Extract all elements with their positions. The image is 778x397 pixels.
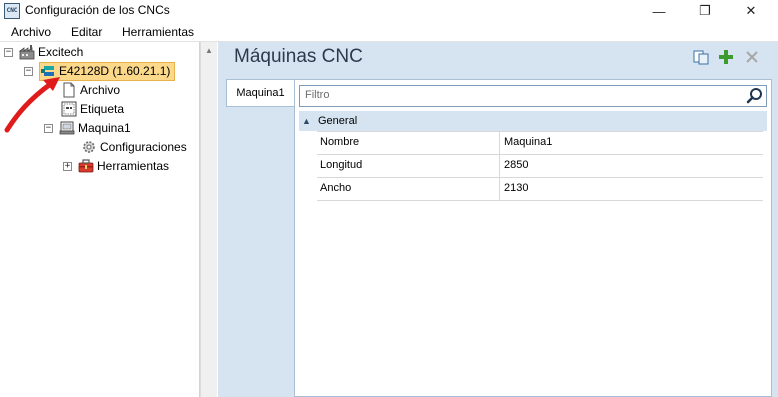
tree-item-label: Configuraciones: [100, 140, 187, 154]
menu-archivo[interactable]: Archivo: [11, 25, 51, 39]
filter-input[interactable]: Filtro: [299, 85, 767, 107]
expand-toggle[interactable]: +: [63, 161, 72, 171]
table-row[interactable]: Ancho 2130: [317, 178, 763, 201]
search-icon[interactable]: [746, 87, 764, 105]
window-title: Configuración de los CNCs: [25, 3, 170, 17]
tree-view[interactable]: − Excitech − E42128D (1.60.21.1) Archivo…: [0, 42, 200, 397]
menu-bar: Archivo Editar Herramientas: [0, 22, 778, 42]
property-grid: Nombre Maquina1 Longitud 2850 Ancho 2130: [317, 131, 763, 201]
tree-item-configuraciones[interactable]: Configuraciones: [81, 138, 187, 156]
property-value[interactable]: Maquina1: [504, 132, 552, 148]
menu-editar[interactable]: Editar: [71, 25, 102, 39]
property-value[interactable]: 2850: [504, 155, 528, 171]
tree-item-label: Maquina1: [78, 121, 131, 135]
filter-placeholder: Filtro: [305, 89, 330, 101]
tree-item-label: Herramientas: [97, 159, 170, 173]
tree-scrollbar[interactable]: ▲: [200, 42, 217, 397]
close-button[interactable]: ✕: [728, 0, 774, 22]
tree-item-etiqueta[interactable]: Etiqueta: [61, 100, 124, 118]
group-label: General: [318, 115, 358, 127]
page-title: Máquinas CNC: [234, 46, 363, 67]
property-panel: Filtro ▲ General Nombre Maquina1 Longitu…: [294, 79, 772, 397]
factory-icon: [19, 44, 35, 60]
tree-item-label: Archivo: [80, 83, 121, 97]
tree-item-label: Excitech: [38, 45, 84, 59]
toolbox-icon: [78, 158, 94, 174]
tree-item-label: Etiqueta: [80, 102, 125, 116]
add-icon[interactable]: [717, 48, 735, 66]
minimize-button[interactable]: —: [636, 0, 682, 22]
property-name: Longitud: [317, 155, 500, 177]
property-name: Nombre: [317, 132, 500, 154]
annotation-arrow: [4, 77, 60, 133]
scroll-up-icon[interactable]: ▲: [201, 42, 217, 58]
table-row[interactable]: Longitud 2850: [317, 155, 763, 178]
main-panel: Máquinas CNC Maquina1 Filtro ▲ General N…: [218, 42, 778, 397]
tree-item-herramientas[interactable]: + Herramientas: [63, 157, 169, 175]
chevron-up-icon[interactable]: ▲: [302, 116, 318, 126]
delete-icon[interactable]: [743, 48, 761, 66]
maximize-button[interactable]: ❐: [682, 0, 728, 22]
app-icon: CNC: [4, 3, 20, 19]
menu-herramientas[interactable]: Herramientas: [122, 25, 194, 39]
table-row[interactable]: Nombre Maquina1: [317, 132, 763, 155]
tab-maquina1[interactable]: Maquina1: [226, 79, 294, 107]
tree-item-label: E42128D (1.60.21.1): [59, 64, 171, 78]
title-bar: CNC Configuración de los CNCs — ❐ ✕: [0, 0, 778, 22]
gear-icon: [81, 139, 97, 155]
tree-item-excitech[interactable]: − Excitech: [4, 43, 83, 61]
property-name: Ancho: [317, 178, 500, 200]
collapse-toggle[interactable]: −: [4, 47, 13, 57]
copy-icon[interactable]: [692, 48, 710, 66]
group-header-general[interactable]: ▲ General: [299, 111, 767, 131]
property-value[interactable]: 2130: [504, 178, 528, 194]
